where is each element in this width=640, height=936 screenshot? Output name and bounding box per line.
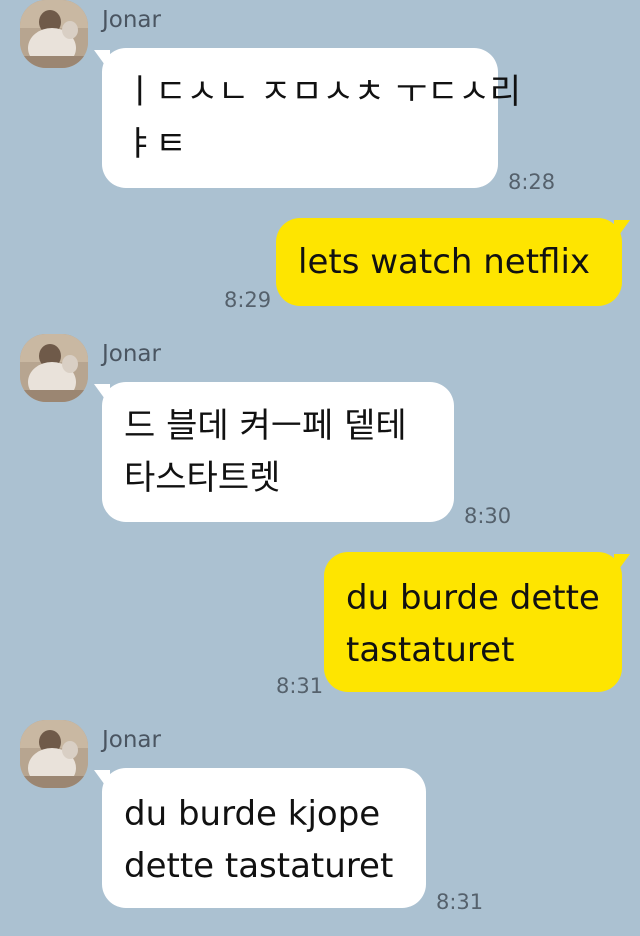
message-line: du burde kjope <box>124 794 381 834</box>
incoming-message-bubble[interactable]: 드 블데 켜ㅡ페 뎉테 타스타트렛 <box>102 382 454 522</box>
message-line: ㅑㅌ <box>124 124 187 164</box>
message-line: dette tastaturet <box>124 846 394 886</box>
message-line: lets watch netflix <box>298 242 591 282</box>
message-line: 타스타트렛 <box>124 458 281 498</box>
avatar-photo <box>20 334 88 402</box>
message-line: 드 블데 켜ㅡ페 뎉테 <box>124 406 407 446</box>
message-timestamp: 8:31 <box>436 890 484 914</box>
sender-avatar[interactable] <box>20 0 88 68</box>
message-line: ㅣㄷㅅㄴ ㅈㅁㅅㅊ ㅜㄷㅅ리 <box>124 72 521 112</box>
sender-avatar[interactable] <box>20 334 88 402</box>
message-timestamp: 8:31 <box>276 674 324 698</box>
sender-name: Jonar <box>102 7 161 33</box>
sender-name: Jonar <box>102 727 161 753</box>
incoming-message-bubble[interactable]: du burde kjope dette tastaturet <box>102 768 426 908</box>
avatar-photo <box>20 0 88 68</box>
bubble-tail <box>614 220 630 242</box>
sender-avatar[interactable] <box>20 720 88 788</box>
message-line: tastaturet <box>346 630 515 670</box>
outgoing-message-bubble[interactable]: lets watch netflix <box>276 218 622 306</box>
message-line: du burde dette <box>346 578 600 618</box>
sender-name: Jonar <box>102 341 161 367</box>
message-timestamp: 8:30 <box>464 504 512 528</box>
outgoing-message-bubble[interactable]: du burde dette tastaturet <box>324 552 622 692</box>
incoming-message-bubble[interactable]: ㅣㄷㅅㄴ ㅈㅁㅅㅊ ㅜㄷㅅ리 ㅑㅌ <box>102 48 521 188</box>
message-timestamp: 8:28 <box>508 170 556 194</box>
message-timestamp: 8:29 <box>224 288 272 312</box>
bubble-tail <box>614 554 630 576</box>
avatar-photo <box>20 720 88 788</box>
